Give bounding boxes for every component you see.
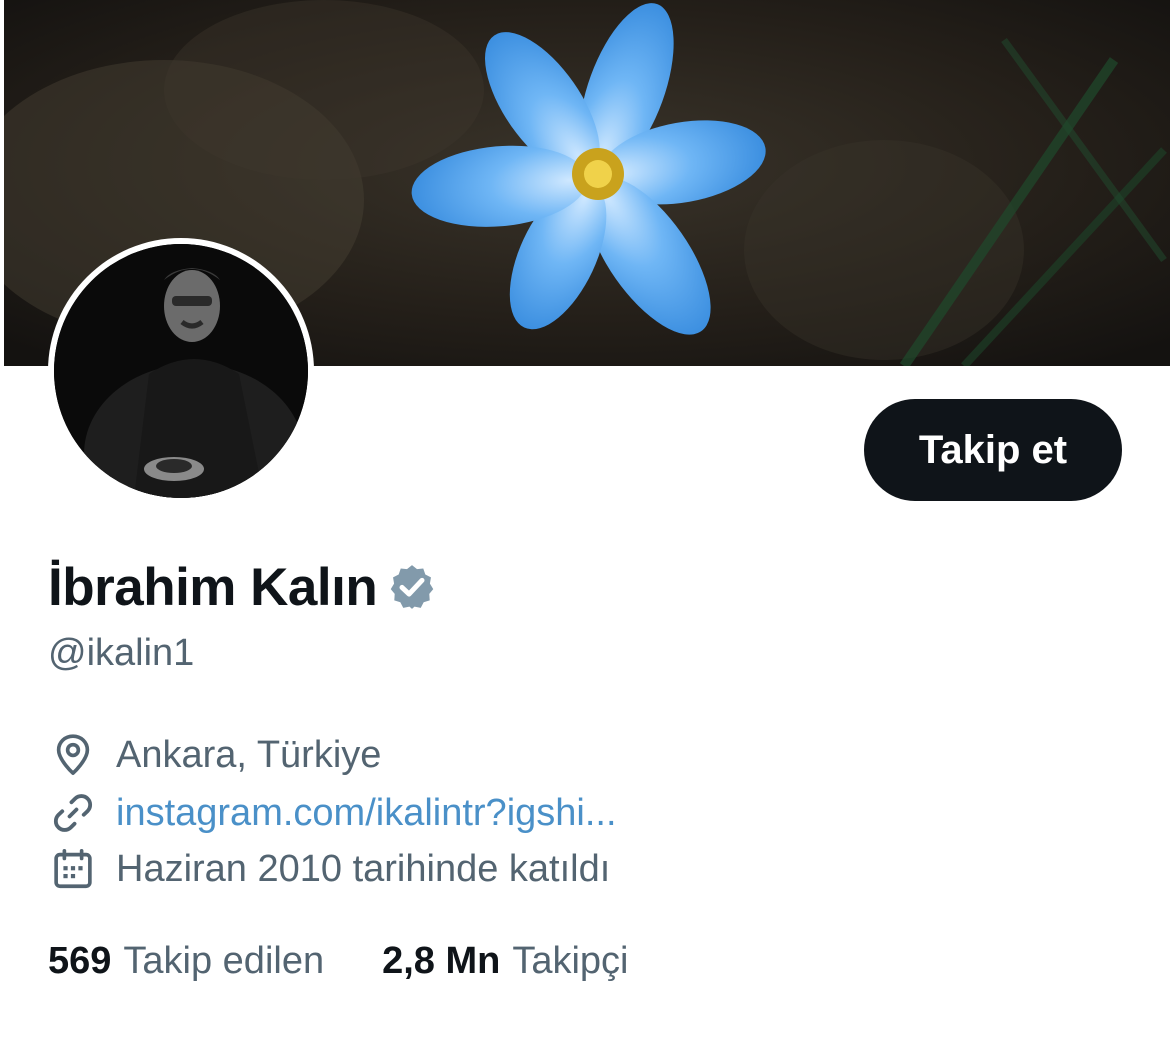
profile-name-row: İbrahim Kalın bbox=[48, 555, 437, 619]
following-stat-link[interactable]: 569 Takip edilen bbox=[48, 940, 324, 983]
followers-count: 2,8 Mn bbox=[382, 939, 501, 982]
location-pin-icon bbox=[50, 732, 96, 778]
profile-location: Ankara, Türkiye bbox=[116, 733, 382, 776]
followers-stat-link[interactable]: 2,8 Mn Takipçi bbox=[382, 940, 628, 983]
profile-joined-row: Haziran 2010 tarihinde katıldı bbox=[50, 845, 610, 893]
calendar-icon bbox=[50, 846, 96, 892]
followers-label: Takipçi bbox=[512, 939, 629, 982]
profile-joined-date: Haziran 2010 tarihinde katıldı bbox=[116, 847, 611, 890]
profile-avatar[interactable] bbox=[48, 238, 314, 504]
link-icon bbox=[50, 790, 96, 836]
follow-button[interactable]: Takip et bbox=[864, 399, 1122, 501]
following-label: Takip edilen bbox=[123, 939, 325, 982]
profile-website-link[interactable]: instagram.com/ikalintr?igshi... bbox=[116, 792, 617, 835]
profile-name: İbrahim Kalın bbox=[48, 557, 378, 617]
profile-link-row: instagram.com/ikalintr?igshi... bbox=[50, 789, 617, 837]
following-count: 569 bbox=[48, 939, 112, 982]
verified-badge-icon[interactable] bbox=[387, 562, 437, 612]
profile-handle: @ikalin1 bbox=[48, 632, 195, 674]
profile-location-row: Ankara, Türkiye bbox=[50, 731, 381, 779]
profile-stats: 569 Takip edilen 2,8 Mn Takipçi bbox=[48, 936, 629, 986]
avatar-photo bbox=[54, 244, 308, 498]
